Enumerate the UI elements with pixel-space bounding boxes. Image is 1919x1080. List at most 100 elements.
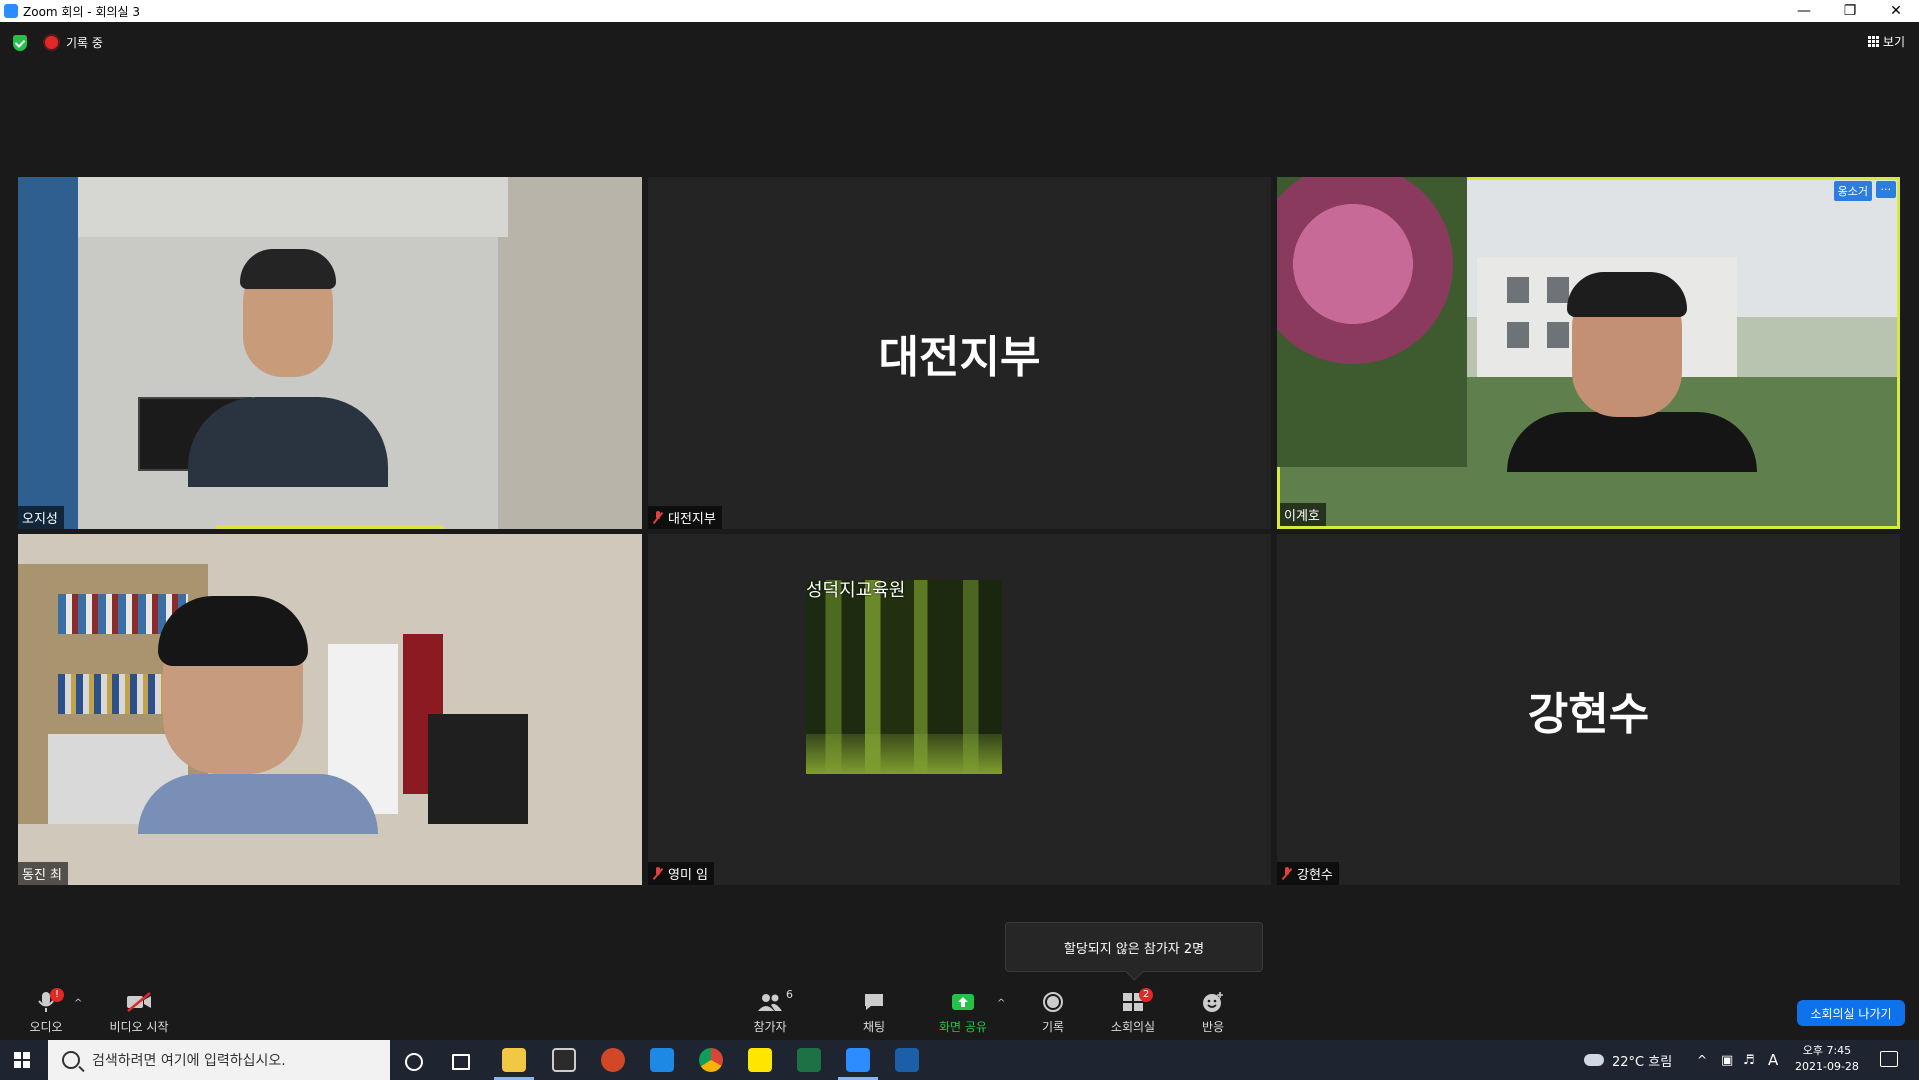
audio-button[interactable]: ! 오디오: [6, 988, 86, 1035]
close-icon[interactable]: ✕: [1873, 0, 1919, 22]
breakout-badge: 2: [1139, 988, 1153, 1002]
participant-name: 이계호: [1284, 509, 1320, 524]
breakout-rooms-label: 소회의실: [1110, 1020, 1156, 1034]
record-tag[interactable]: 옹소거: [1833, 181, 1872, 201]
kakaotalk-icon[interactable]: [748, 1048, 772, 1072]
volume-icon[interactable]: ♬: [1743, 1040, 1755, 1080]
profile-picture-caption: 성덕지교육원: [806, 580, 906, 601]
minimize-icon[interactable]: —: [1781, 0, 1827, 22]
leave-breakout-room-button[interactable]: 소회의실 나가기: [1797, 1000, 1905, 1026]
participants-count: 6: [786, 988, 793, 1001]
zoom-taskbar-icon[interactable]: [846, 1048, 870, 1072]
window-title-bar: Zoom 회의 - 회의실 3 — ❐ ✕: [0, 0, 1919, 22]
recording-status[interactable]: 기록 중: [66, 34, 103, 51]
excel-icon[interactable]: [797, 1048, 821, 1072]
recording-dot-icon: [45, 36, 58, 49]
audio-warning-badge: !: [50, 988, 64, 1002]
chrome-icon[interactable]: [699, 1048, 723, 1072]
video-tile-3[interactable]: 옹소거 ··· 이계호: [1277, 177, 1900, 529]
breakout-rooms-icon: 2: [1093, 988, 1173, 1014]
participant-name: 강현수: [1297, 868, 1333, 883]
video-tile-6[interactable]: 강현수 강현수: [1277, 534, 1900, 885]
participant-name: 오지성: [22, 512, 58, 527]
chat-button[interactable]: 채팅: [834, 990, 914, 1035]
participant-nameplate: 영미 임: [648, 862, 715, 885]
participant-nameplate: 오지성: [18, 506, 64, 529]
taskbar-clock[interactable]: 오후 7:45 2021-09-28: [1795, 1043, 1859, 1075]
participant-name: 영미 임: [668, 868, 709, 883]
participant-big-name: 강현수: [1527, 688, 1650, 740]
video-tile-2[interactable]: 대전지부 대전지부: [648, 177, 1271, 529]
taskbar-search-box[interactable]: 검색하려면 여기에 입력하십시오.: [48, 1040, 390, 1080]
share-options-caret[interactable]: ^: [997, 998, 1005, 1009]
store-icon[interactable]: [552, 1048, 576, 1072]
clock-time: 오후 7:45: [1802, 1044, 1852, 1057]
participant-nameplate: 이계호: [1280, 503, 1326, 526]
windows-taskbar: 검색하려면 여기에 입력하십시오. 22°C 흐림 ^ ▣ ♬ A 오후 7:4…: [0, 1040, 1919, 1080]
system-tray-chevron[interactable]: ^: [1697, 1040, 1707, 1080]
unassigned-participants-tooltip: 할당되지 않은 참가자 2명: [1005, 922, 1263, 972]
participant-big-name: 대전지부: [878, 332, 1041, 383]
security-shield-icon[interactable]: [13, 35, 27, 51]
task-view-icon[interactable]: [452, 1054, 470, 1070]
clock-date: 2021-09-28: [1795, 1060, 1859, 1073]
speaking-indicator: [216, 525, 444, 529]
record-button[interactable]: 기록: [1013, 990, 1093, 1035]
audio-options-caret[interactable]: ^: [74, 998, 82, 1009]
tooltip-text: 할당되지 않은 참가자 2명: [1063, 941, 1205, 957]
reactions-label: 반응: [1201, 1020, 1225, 1034]
powerpoint-icon[interactable]: [601, 1048, 625, 1072]
video-tile-1[interactable]: 오지성: [18, 177, 642, 529]
reactions-button[interactable]: 반응: [1173, 990, 1253, 1035]
participant-nameplate: 동진 최: [18, 862, 69, 885]
search-placeholder: 검색하려면 여기에 입력하십시오.: [92, 1053, 286, 1069]
participants-label: 참가자: [753, 1020, 787, 1034]
window-title: Zoom 회의 - 회의실 3: [23, 5, 141, 19]
photos-icon[interactable]: [895, 1048, 919, 1072]
profile-picture-forest: [806, 580, 1002, 774]
record-icon: [1013, 990, 1093, 1014]
restore-icon[interactable]: ❐: [1827, 0, 1873, 22]
input-method[interactable]: A: [1768, 1040, 1778, 1080]
participants-button[interactable]: 6 참가자: [730, 988, 810, 1035]
share-screen-label: 화면 공유: [939, 1020, 987, 1034]
more-options-button[interactable]: ···: [1875, 181, 1896, 198]
start-video-label: 비디오 시작: [109, 1020, 169, 1034]
record-label: 기록: [1041, 1020, 1065, 1034]
cloud-icon: [1584, 1054, 1604, 1066]
search-icon: [62, 1051, 80, 1069]
participant-name: 대전지부: [668, 512, 716, 527]
muted-mic-icon: [652, 867, 664, 880]
participant-video: [188, 247, 388, 487]
participant-name: 동진 최: [22, 868, 63, 883]
network-icon[interactable]: ▣: [1721, 1040, 1733, 1080]
app-icon[interactable]: [650, 1048, 674, 1072]
dark-furniture: [428, 714, 528, 824]
notification-center-icon[interactable]: [1880, 1051, 1898, 1067]
chat-label: 채팅: [862, 1020, 886, 1034]
start-video-button[interactable]: 비디오 시작: [99, 990, 179, 1035]
chat-icon: [834, 990, 914, 1014]
audio-label: 오디오: [29, 1020, 63, 1034]
participants-icon: 6: [730, 988, 810, 1014]
participant-hair: [1567, 272, 1687, 317]
video-tree: [1277, 177, 1467, 467]
weather-widget[interactable]: 22°C 흐림: [1584, 1040, 1672, 1080]
muted-mic-icon: [652, 511, 664, 524]
video-off-icon: [99, 990, 179, 1014]
breakout-rooms-button[interactable]: 2 소회의실: [1093, 988, 1173, 1035]
cortana-icon[interactable]: [405, 1053, 423, 1071]
video-tile-5[interactable]: 성덕지교육원 영미 임: [648, 534, 1271, 885]
video-tile-4[interactable]: 동진 최: [18, 534, 642, 885]
view-button-label: 보기: [1882, 35, 1905, 49]
windows-start-icon[interactable]: [14, 1052, 30, 1068]
participant-body: [1507, 412, 1757, 472]
reactions-smiley-icon: [1173, 990, 1253, 1014]
grid-view-icon: [1867, 36, 1879, 47]
participant-nameplate: 대전지부: [648, 506, 722, 529]
view-button[interactable]: 보기: [1867, 33, 1905, 50]
participant-hair: [158, 596, 308, 666]
file-explorer-icon[interactable]: [502, 1048, 526, 1072]
participant-nameplate: 강현수: [1277, 862, 1339, 885]
share-screen-button[interactable]: 화면 공유: [923, 990, 1003, 1035]
